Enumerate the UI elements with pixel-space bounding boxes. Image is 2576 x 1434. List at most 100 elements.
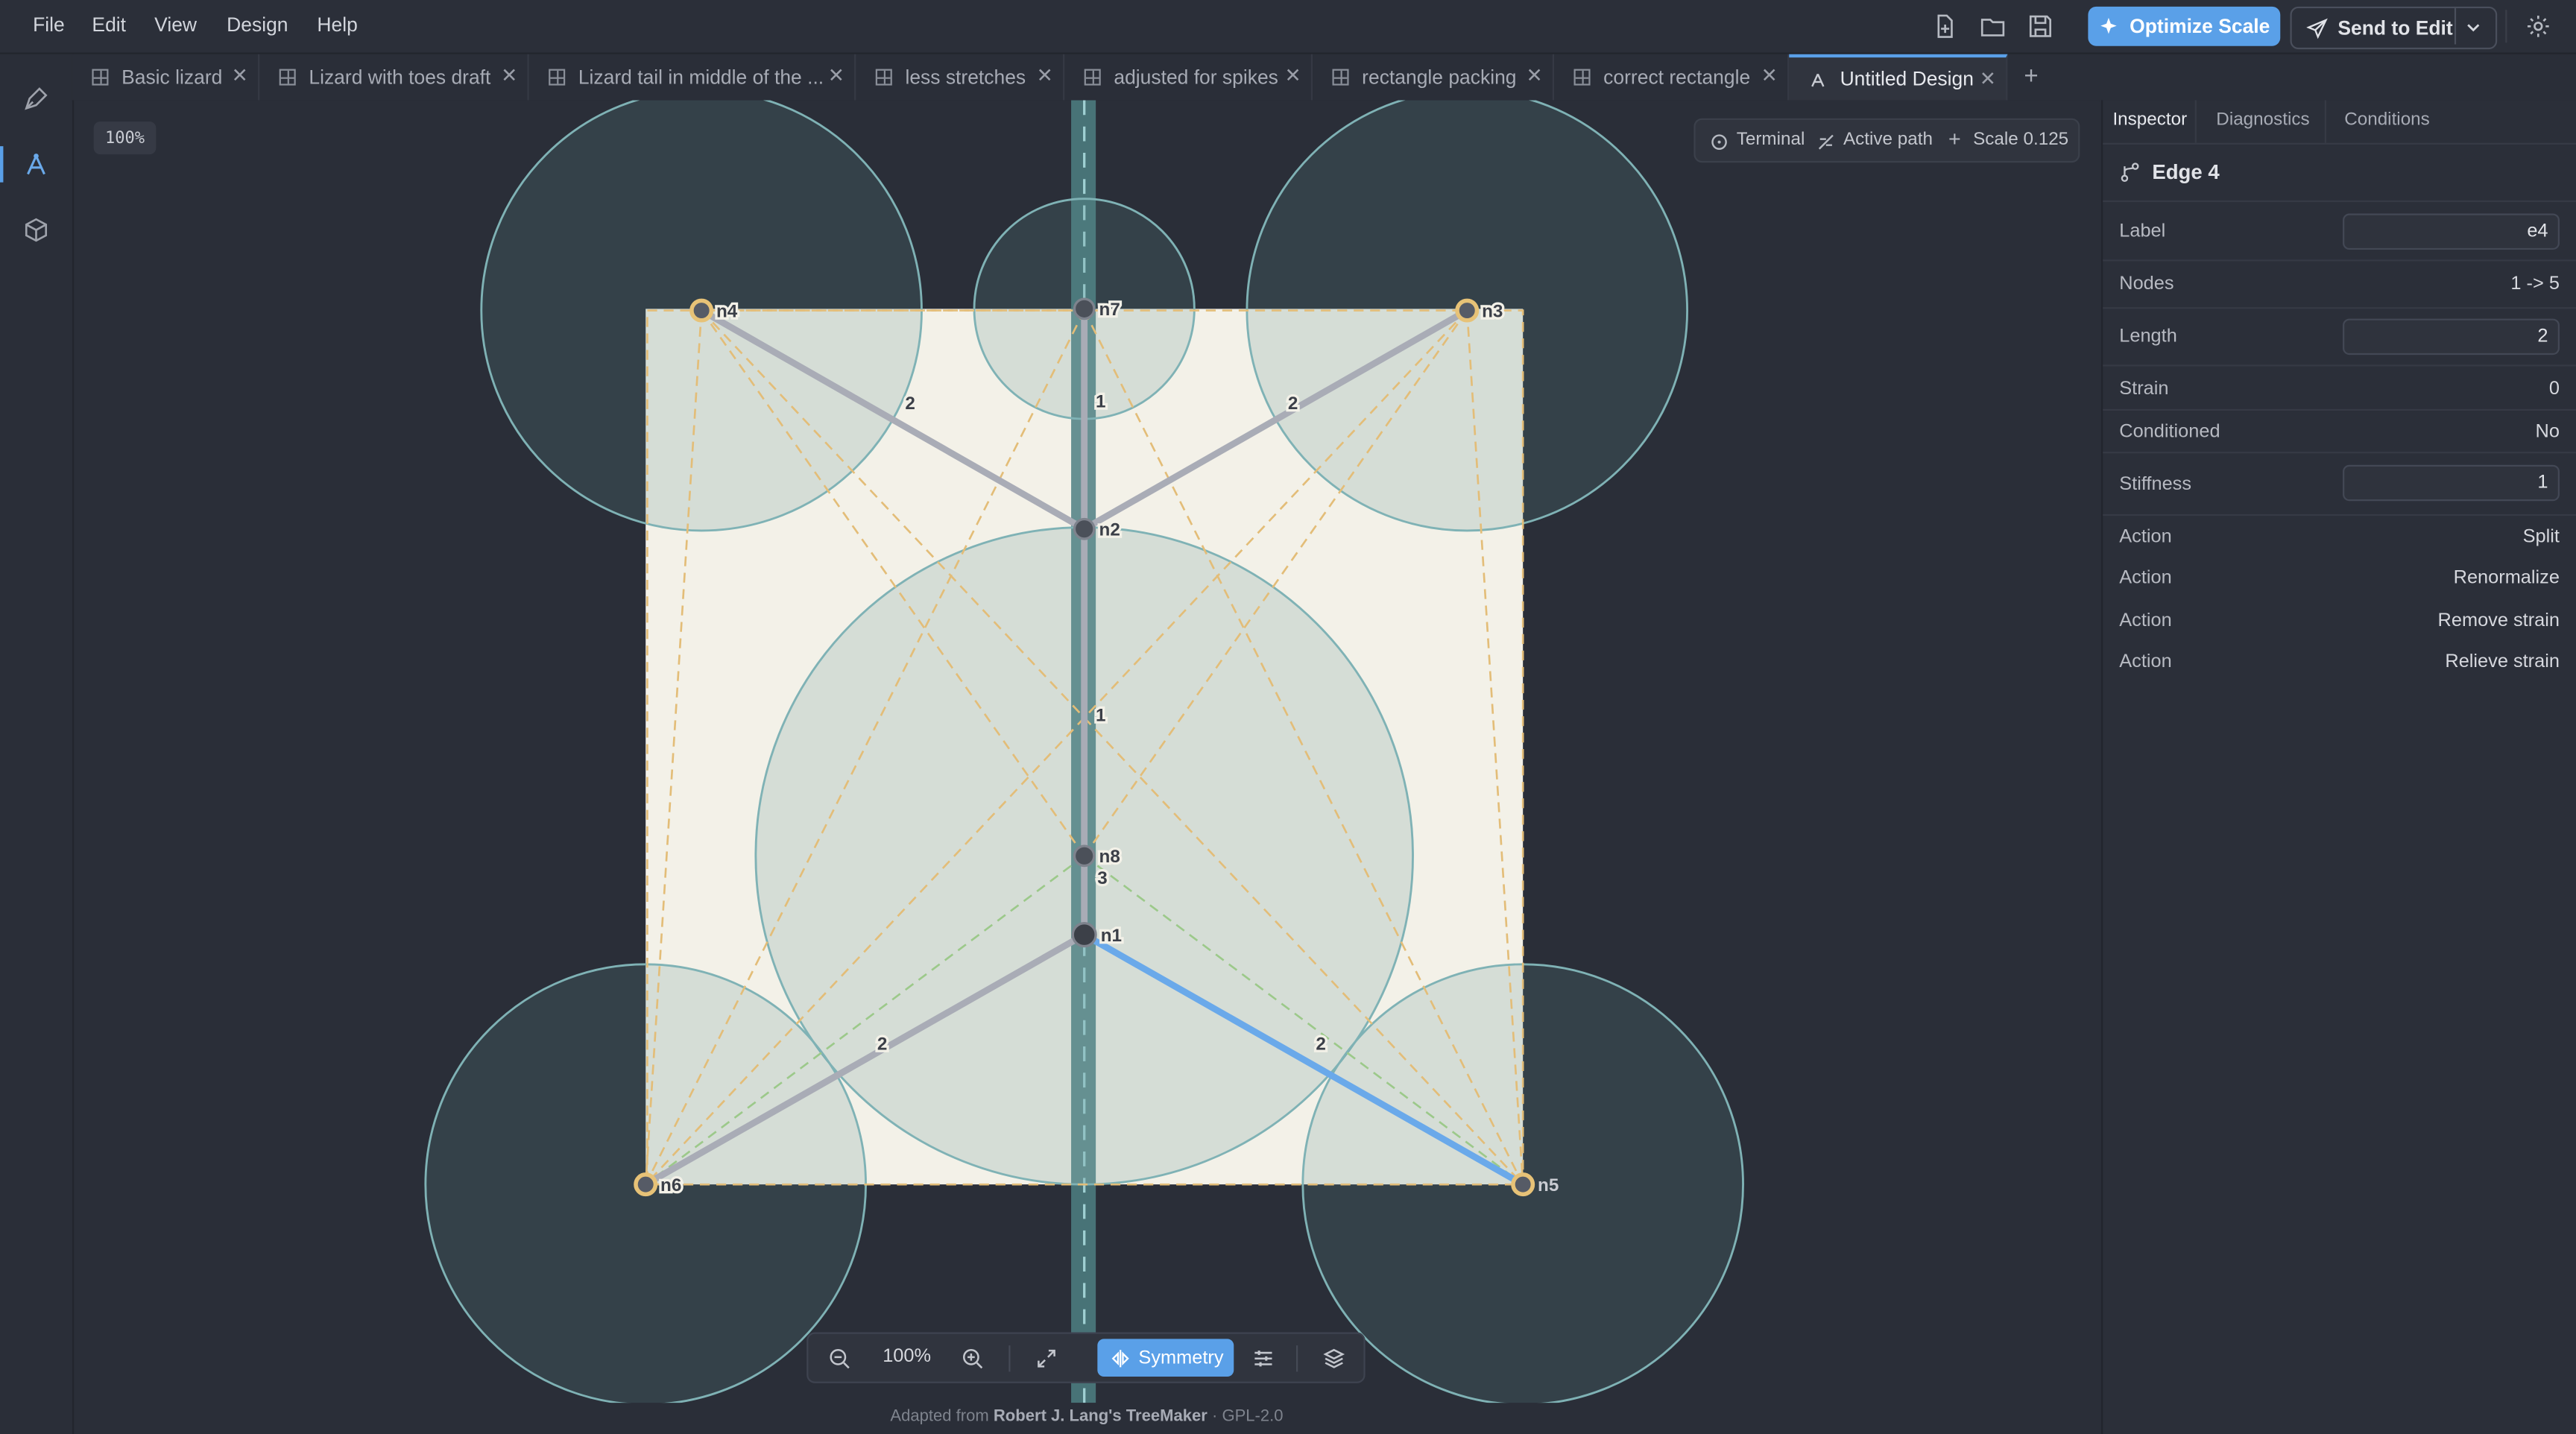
menu-design[interactable]: Design: [227, 13, 288, 37]
tab-less-stretches[interactable]: less stretches ✕: [856, 54, 1065, 101]
tab-label: less stretches: [905, 66, 1026, 89]
symmetry-label: Symmetry: [1138, 1348, 1224, 1368]
close-icon[interactable]: ✕: [1284, 64, 1301, 87]
active-path-label: Active path: [1843, 130, 1933, 150]
plus-icon: +: [1948, 126, 1961, 151]
grid-icon: [1332, 69, 1349, 86]
separator: [2103, 307, 2576, 309]
menu-edit[interactable]: Edit: [92, 13, 126, 37]
tab-conditions[interactable]: Conditions: [2344, 110, 2430, 130]
node-n3[interactable]: [1455, 298, 1480, 323]
send-to-edit-label: Send to Edit: [2337, 16, 2453, 40]
sliders-icon[interactable]: [1252, 1347, 1275, 1370]
menu-view[interactable]: View: [154, 13, 197, 37]
edge-branch-icon: [2121, 162, 2139, 183]
close-icon[interactable]: ✕: [828, 64, 845, 87]
length-label: Length: [2119, 326, 2177, 347]
zoom-value: 100%: [883, 1347, 932, 1367]
tab-label: Untitled Design: [1840, 67, 1974, 91]
gear-icon[interactable]: [2525, 13, 2551, 40]
node-n7[interactable]: [1073, 297, 1096, 320]
edge-length-label: 2: [1316, 1034, 1325, 1054]
menu-file[interactable]: File: [33, 13, 65, 37]
action-label: Action: [2119, 568, 2172, 589]
tab-lizard-tail[interactable]: Lizard tail in middle of the ... ✕: [529, 54, 856, 101]
zoom-in-icon[interactable]: [961, 1347, 984, 1370]
tab-correct-rectangle[interactable]: correct rectangle ✕: [1554, 54, 1790, 101]
tab-label: adjusted for spikes: [1114, 66, 1278, 89]
tree-design-icon[interactable]: [23, 151, 49, 177]
inspector-title: Edge 4: [2152, 161, 2220, 184]
tab-lizard-toes[interactable]: Lizard with toes draft ✕: [259, 54, 529, 101]
stiffness-input[interactable]: 1: [2343, 464, 2560, 502]
open-folder-icon[interactable]: [1980, 13, 2006, 40]
scale-label: Scale 0.125: [1973, 130, 2069, 150]
grid-icon: [92, 69, 109, 86]
edge-length-label: 2: [1288, 394, 1298, 414]
canvas-status-chip: Terminal Active path + Scale 0.125: [1693, 118, 2080, 163]
left-rail: [0, 54, 75, 1434]
layers-icon[interactable]: [1322, 1347, 1345, 1370]
optimize-scale-button[interactable]: Optimize Scale: [2088, 6, 2281, 46]
toolbar-divider: [1296, 1345, 1298, 1372]
symmetry-toggle[interactable]: Symmetry: [1097, 1339, 1234, 1377]
node-n5[interactable]: [1511, 1172, 1535, 1197]
separator: [2103, 200, 2576, 203]
tab-diagnostics[interactable]: Diagnostics: [2216, 110, 2309, 130]
tab-label: Basic lizard: [121, 66, 223, 89]
tab-divider: [2324, 100, 2326, 143]
separator: [2103, 452, 2576, 454]
node-n1[interactable]: [1071, 922, 1097, 948]
tab-inspector[interactable]: Inspector: [2112, 110, 2187, 130]
close-icon[interactable]: ✕: [1037, 64, 1053, 87]
close-icon[interactable]: ✕: [1526, 64, 1542, 87]
label-field-label: Label: [2119, 221, 2166, 242]
cube-icon[interactable]: [23, 217, 49, 243]
grid-icon: [279, 69, 296, 86]
add-tab-icon[interactable]: +: [2024, 63, 2038, 90]
node-n2[interactable]: [1073, 517, 1096, 540]
inspector-panel: Inspector Diagnostics Conditions Edge 4 …: [2101, 100, 2576, 1434]
close-icon[interactable]: ✕: [1761, 64, 1778, 87]
save-icon[interactable]: [2027, 13, 2053, 40]
chevron-down-icon[interactable]: [2464, 18, 2482, 36]
document-tabs: Basic lizard ✕ Lizard with toes draft ✕ Li…: [72, 54, 2100, 102]
close-icon[interactable]: ✕: [1980, 67, 1996, 90]
terminal-node-icon: [1711, 134, 1727, 150]
tab-divider: [2194, 100, 2197, 143]
send-to-edit-button[interactable]: Send to Edit: [2290, 6, 2498, 50]
renormalize-action-button[interactable]: Renormalize: [2454, 569, 2560, 588]
grid-icon: [1084, 69, 1101, 86]
remove-strain-action-button[interactable]: Remove strain: [2438, 611, 2560, 631]
new-file-icon[interactable]: [1932, 13, 1958, 40]
split-divider: [2454, 8, 2457, 45]
tab-basic-lizard[interactable]: Basic lizard ✕: [72, 54, 260, 101]
pen-tool-icon[interactable]: [23, 86, 49, 112]
node-n8[interactable]: [1073, 844, 1096, 868]
relieve-strain-action-button[interactable]: Relieve strain: [2445, 652, 2560, 672]
tab-adjusted-for-spikes[interactable]: adjusted for spikes ✕: [1064, 54, 1313, 101]
toolbar-divider: [1008, 1345, 1011, 1372]
node-n6[interactable]: [634, 1172, 658, 1197]
close-icon[interactable]: ✕: [232, 64, 248, 87]
split-action-button[interactable]: Split: [2523, 528, 2560, 547]
design-canvas[interactable]: 2 1 2 1 3 2 2 n4 n7 n3 n2 n8 n1 n6 n5: [74, 100, 2100, 1403]
length-input[interactable]: 2: [2343, 318, 2560, 356]
grid-icon: [1573, 69, 1591, 86]
zoom-out-icon[interactable]: [828, 1347, 851, 1370]
node-n4[interactable]: [689, 298, 714, 323]
strain-value: 0: [2548, 379, 2560, 399]
menu-help[interactable]: Help: [317, 13, 357, 37]
tree-diagram[interactable]: 2 1 2 1 3 2 2 n4 n7 n3 n2 n8 n1 n6 n5: [74, 100, 2100, 1403]
tab-rectangle-packing[interactable]: rectangle packing ✕: [1313, 54, 1555, 101]
nodes-value: 1 -> 5: [2510, 274, 2560, 294]
fit-to-screen-icon[interactable]: [1035, 1347, 1058, 1370]
tab-untitled-design[interactable]: Untitled Design ✕: [1789, 54, 2008, 101]
node-label: n3: [1482, 301, 1503, 321]
terminal-label: Terminal: [1736, 130, 1805, 150]
edge-length-label: 3: [1097, 868, 1107, 888]
label-input[interactable]: e4: [2343, 213, 2560, 250]
node-label: n7: [1099, 300, 1120, 320]
close-icon[interactable]: ✕: [501, 64, 517, 87]
tab-label: Lizard tail in middle of the ...: [578, 66, 824, 89]
